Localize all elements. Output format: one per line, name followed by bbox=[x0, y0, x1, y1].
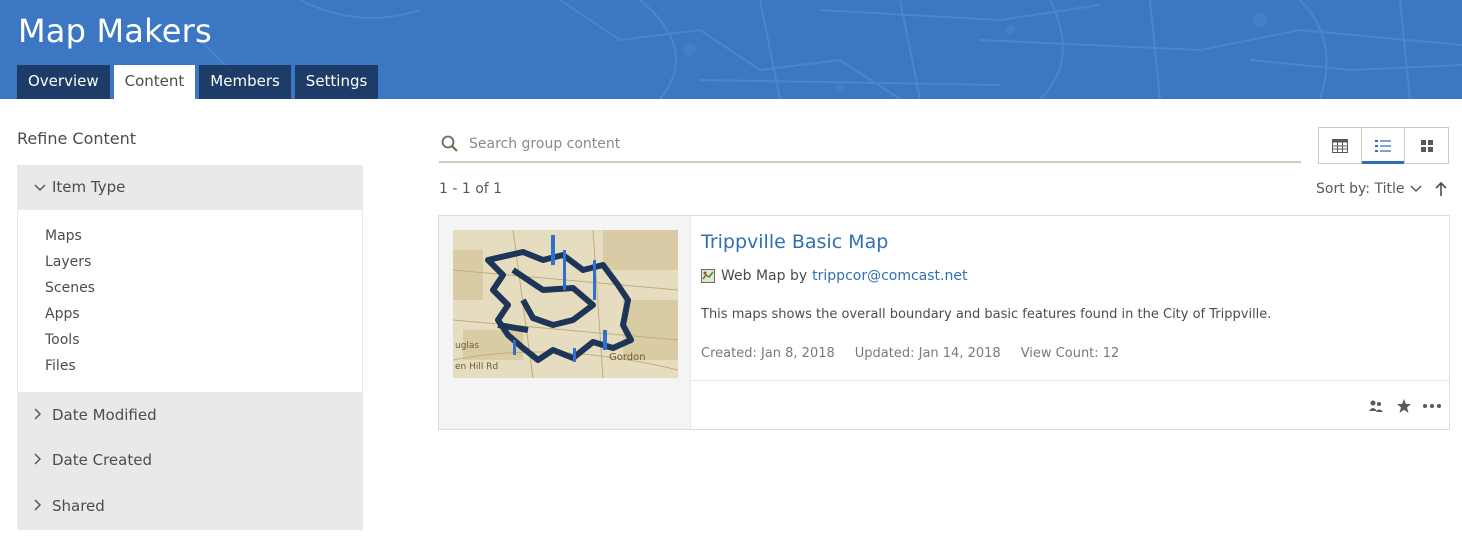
facet-date-created[interactable]: Date Created bbox=[17, 438, 363, 483]
web-map-icon bbox=[701, 269, 715, 283]
facet-option-apps[interactable]: Apps bbox=[18, 301, 362, 327]
content-item-card: Gordon en Hill Rd uglas Trippville Basic… bbox=[438, 215, 1450, 430]
sort-label: Sort by: bbox=[1316, 181, 1371, 197]
facet-label: Shared bbox=[52, 497, 105, 515]
share-groups-button[interactable] bbox=[1362, 396, 1390, 416]
table-icon bbox=[1332, 138, 1348, 153]
updated-date: Updated: Jan 14, 2018 bbox=[854, 346, 1001, 361]
facet-label: Item Type bbox=[52, 178, 126, 196]
grid-icon bbox=[1420, 139, 1433, 152]
by-label: by bbox=[789, 268, 808, 284]
sort-value: Title bbox=[1374, 181, 1405, 197]
more-icon bbox=[1423, 404, 1441, 408]
chevron-down-icon bbox=[1409, 185, 1422, 193]
thumbnail-frame: Gordon en Hill Rd uglas bbox=[439, 216, 691, 429]
result-count: 1 - 1 of 1 bbox=[439, 181, 503, 197]
item-description: This maps shows the overall boundary and… bbox=[701, 307, 1272, 322]
favorite-button[interactable] bbox=[1390, 396, 1418, 416]
card-actions bbox=[1362, 396, 1446, 416]
header-banner: Map Makers Overview Content Members Sett… bbox=[0, 0, 1462, 99]
map-thumbnail[interactable]: Gordon en Hill Rd uglas bbox=[453, 230, 678, 378]
facet-option-maps[interactable]: Maps bbox=[18, 223, 362, 249]
facet-label: Date Created bbox=[52, 451, 152, 469]
map-label-gordon: Gordon bbox=[609, 352, 646, 363]
tab-overview[interactable]: Overview bbox=[17, 65, 110, 99]
item-type-list: Maps Layers Scenes Apps Tools Files bbox=[18, 210, 362, 392]
facet-item-type[interactable]: Item Type bbox=[17, 165, 363, 210]
map-label-hill-rd: en Hill Rd bbox=[455, 362, 498, 372]
item-type-row: Web Map by trippcor@comcast.net bbox=[701, 268, 967, 284]
tab-settings[interactable]: Settings bbox=[294, 65, 379, 99]
table-view-button[interactable] bbox=[1319, 128, 1362, 163]
group-icon bbox=[1369, 400, 1383, 412]
group-tabs: Overview Content Members Settings bbox=[17, 65, 382, 99]
arrow-up-icon[interactable] bbox=[1434, 181, 1448, 197]
sort-dropdown[interactable]: Sort by: Title bbox=[1316, 181, 1422, 197]
more-options-button[interactable] bbox=[1418, 396, 1446, 416]
grid-view-button[interactable] bbox=[1405, 128, 1448, 163]
group-title: Map Makers bbox=[18, 12, 212, 50]
facet-option-scenes[interactable]: Scenes bbox=[18, 275, 362, 301]
facet-label: Date Modified bbox=[52, 406, 157, 424]
map-label-uglas: uglas bbox=[455, 341, 479, 351]
item-type-label: Web Map bbox=[721, 268, 786, 284]
facet-option-layers[interactable]: Layers bbox=[18, 249, 362, 275]
owner-link[interactable]: trippcor@comcast.net bbox=[812, 268, 967, 284]
star-icon bbox=[1397, 399, 1411, 413]
created-date: Created: Jan 8, 2018 bbox=[701, 346, 835, 361]
search-icon bbox=[441, 135, 458, 152]
search-bar bbox=[439, 127, 1301, 163]
view-mode-toggle bbox=[1318, 127, 1449, 164]
facet-option-tools[interactable]: Tools bbox=[18, 327, 362, 353]
chevron-down-icon bbox=[34, 166, 52, 211]
card-divider bbox=[692, 380, 1449, 381]
chevron-right-icon bbox=[34, 485, 52, 530]
view-count: View Count: 12 bbox=[1020, 346, 1120, 361]
item-meta: Created: Jan 8, 2018 Updated: Jan 14, 20… bbox=[701, 346, 1139, 361]
item-title-link[interactable]: Trippville Basic Map bbox=[701, 231, 888, 253]
facet-date-modified[interactable]: Date Modified bbox=[17, 393, 363, 438]
facet-shared[interactable]: Shared bbox=[17, 484, 363, 529]
chevron-right-icon bbox=[34, 394, 52, 439]
refine-content-title: Refine Content bbox=[17, 129, 137, 148]
list-view-button[interactable] bbox=[1362, 128, 1405, 164]
list-icon bbox=[1375, 139, 1391, 152]
tab-content[interactable]: Content bbox=[113, 65, 196, 99]
search-input[interactable] bbox=[469, 131, 1289, 157]
tab-members[interactable]: Members bbox=[199, 65, 291, 99]
refine-sidebar: Item Type Maps Layers Scenes Apps Tools … bbox=[17, 165, 363, 530]
chevron-right-icon bbox=[34, 439, 52, 484]
facet-option-files[interactable]: Files bbox=[18, 353, 362, 379]
